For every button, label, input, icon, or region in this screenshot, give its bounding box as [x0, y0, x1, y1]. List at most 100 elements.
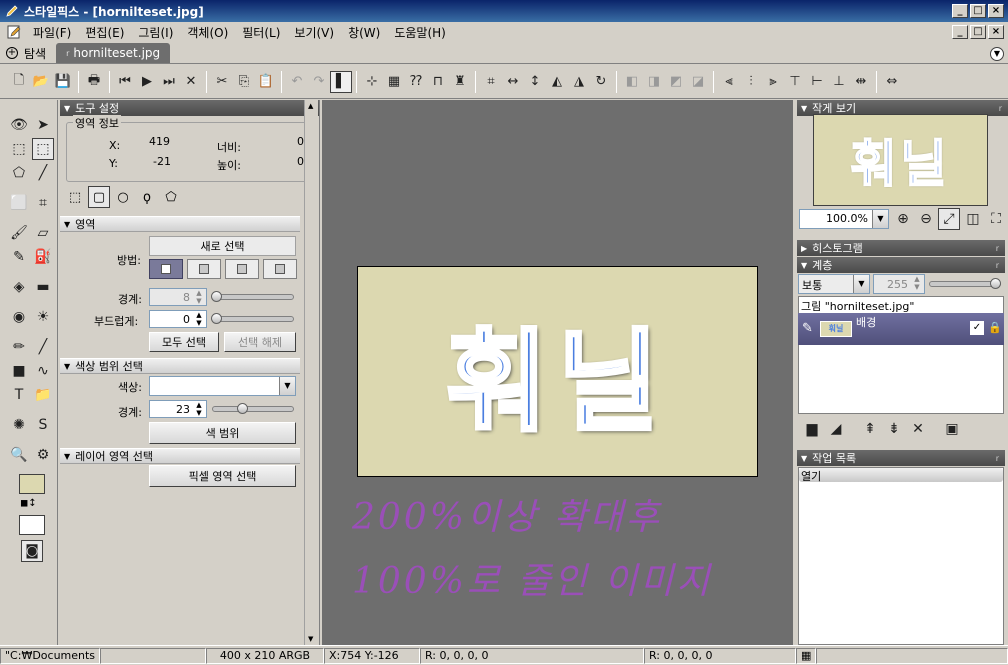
- save-icon[interactable]: 💾: [52, 71, 74, 93]
- full-screen-icon[interactable]: ⛶: [985, 208, 1007, 230]
- magic-shape-icon[interactable]: ⬚: [64, 186, 86, 208]
- distribute-icon[interactable]: ⇹: [850, 71, 872, 93]
- align-left-icon[interactable]: ⫷: [718, 71, 740, 93]
- tab-list-dropdown-icon[interactable]: ▼: [990, 47, 1004, 61]
- quick-mask-icon[interactable]: ◙: [21, 540, 43, 562]
- first-frame-icon[interactable]: ⏮: [114, 71, 136, 93]
- close-button[interactable]: ×: [988, 4, 1004, 18]
- align-top-icon[interactable]: ⊤: [784, 71, 806, 93]
- document-image[interactable]: 훠닐: [357, 266, 758, 477]
- mode-add-button[interactable]: [187, 259, 221, 279]
- feather-slider[interactable]: [211, 313, 294, 324]
- object-folder-icon[interactable]: 📁: [32, 384, 54, 406]
- paste-icon[interactable]: 📋: [255, 71, 277, 93]
- arrange-front-icon[interactable]: ◧: [621, 71, 643, 93]
- grid-help-icon[interactable]: ⁇: [405, 71, 427, 93]
- menu-help[interactable]: 도움말(H): [387, 24, 453, 41]
- mode-replace-button[interactable]: [149, 259, 183, 279]
- menu-edit[interactable]: 편집(E): [78, 24, 131, 41]
- style-s-icon[interactable]: S: [32, 414, 54, 436]
- spin-arrows-icon[interactable]: ▲ ▼: [911, 275, 923, 291]
- lasso-shape-icon[interactable]: ϙ: [136, 186, 158, 208]
- brush-snap-icon[interactable]: ♜: [449, 71, 471, 93]
- panel-toggle-icon[interactable]: ▌: [330, 70, 352, 93]
- pin-icon[interactable]: r: [999, 104, 1002, 113]
- menu-file[interactable]: 파일(F): [26, 24, 78, 41]
- transform-icon[interactable]: ⬜: [8, 192, 30, 214]
- canvas-viewport[interactable]: 훠닐 200%이상 확대후 100%로 줄인 이미지: [322, 100, 793, 645]
- rect-select-icon[interactable]: ⬚: [32, 138, 54, 160]
- swap-colors-icon[interactable]: ◼↕: [20, 498, 37, 509]
- clone-brush-icon[interactable]: ✎: [8, 246, 30, 268]
- blend-mode-combo[interactable]: 보통 ▼: [798, 274, 870, 294]
- spin-arrows-icon[interactable]: ▲ ▼: [193, 311, 205, 327]
- sun-brightness-icon[interactable]: ☀: [32, 306, 54, 328]
- dropdown-arrow-icon[interactable]: ▼: [853, 275, 869, 293]
- red-eye-icon[interactable]: ◉: [8, 306, 30, 328]
- zoom-out-icon[interactable]: ⊖: [915, 208, 937, 230]
- new-file-icon[interactable]: 🗋: [8, 71, 30, 93]
- copy-icon[interactable]: ⎘: [233, 71, 255, 93]
- mdi-minimize-button[interactable]: _: [952, 25, 968, 39]
- zoom-in-icon[interactable]: ⊕: [892, 208, 914, 230]
- menu-filter[interactable]: 필터(L): [235, 24, 287, 41]
- gradient-icon[interactable]: ▬: [32, 276, 54, 298]
- color-combo[interactable]: ▼: [149, 376, 296, 396]
- snap-icon[interactable]: ⊓: [427, 71, 449, 93]
- border-slider[interactable]: [211, 291, 294, 302]
- move-layer-up-icon[interactable]: ⇞: [859, 418, 881, 440]
- fit-window-icon[interactable]: ⤢: [938, 208, 960, 230]
- settings-scrollbar[interactable]: ▲ ▼: [304, 100, 318, 645]
- color-wheel-icon[interactable]: ✺: [8, 414, 30, 436]
- spin-arrows-icon[interactable]: ▲ ▼: [193, 401, 205, 417]
- pin-icon[interactable]: r: [996, 454, 999, 463]
- arrange-back-icon[interactable]: ◪: [687, 71, 709, 93]
- menu-window[interactable]: 창(W): [341, 24, 387, 41]
- smudge-icon[interactable]: ◈: [8, 276, 30, 298]
- move-layer-down-icon[interactable]: ⇟: [883, 418, 905, 440]
- delete-x-icon[interactable]: ✕: [180, 71, 202, 93]
- pin-icon[interactable]: r: [996, 244, 999, 253]
- zoom-magnifier-icon[interactable]: 🔍: [8, 444, 30, 466]
- feather-spinbox[interactable]: 0 ▲ ▼: [149, 310, 207, 328]
- actual-size-icon[interactable]: ◫: [962, 208, 984, 230]
- opacity-slider-knob[interactable]: [990, 278, 1001, 289]
- layer-brush-icon[interactable]: ✎: [802, 321, 813, 336]
- open-folder-icon[interactable]: 📂: [30, 71, 52, 93]
- crop-tool-icon[interactable]: ⌗: [32, 192, 54, 214]
- play-icon[interactable]: ▶: [136, 71, 158, 93]
- color-border-spinbox[interactable]: 23 ▲ ▼: [149, 400, 207, 418]
- rect-shape-icon[interactable]: ▢: [88, 186, 110, 208]
- select-all-button[interactable]: 모두 선택: [149, 332, 219, 352]
- align-center-icon[interactable]: ⫶: [740, 71, 762, 93]
- flip-horizontal-icon[interactable]: ↔: [502, 71, 524, 93]
- spin-arrows-icon[interactable]: ▲ ▼: [193, 289, 205, 305]
- layer-properties-icon[interactable]: ▣: [941, 418, 963, 440]
- border-slider-knob[interactable]: [211, 291, 222, 302]
- rotate-right-icon[interactable]: ◮: [568, 71, 590, 93]
- visibility-check-icon[interactable]: ✓: [970, 321, 984, 335]
- mdi-restore-button[interactable]: □: [970, 25, 986, 39]
- pointer-arrow-icon[interactable]: ➤: [32, 114, 54, 136]
- magic-select-icon[interactable]: ⬚: [8, 138, 30, 160]
- tab-explore[interactable]: + 탐색: [0, 43, 52, 63]
- duplicate-layer-icon[interactable]: ◢: [825, 418, 847, 440]
- cut-icon[interactable]: ✂: [211, 71, 233, 93]
- align-right-icon[interactable]: ⫸: [762, 71, 784, 93]
- pencil-icon[interactable]: ✏: [8, 336, 30, 358]
- history-header[interactable]: ▼ 작업 목록 r: [797, 450, 1005, 466]
- maximize-button[interactable]: □: [970, 4, 986, 18]
- fill-bucket-icon[interactable]: ⛽: [32, 246, 54, 268]
- print-icon[interactable]: 🖶: [83, 71, 105, 93]
- menu-view[interactable]: 보기(V): [287, 24, 341, 41]
- pin-icon[interactable]: r: [996, 261, 999, 270]
- brush-icon[interactable]: 🖌: [8, 222, 30, 244]
- pixel-region-button[interactable]: 픽셀 영역 선택: [149, 465, 296, 487]
- eye-view-icon[interactable]: 👁: [8, 114, 30, 136]
- distribute-h-icon[interactable]: ⇔: [881, 71, 903, 93]
- arrange-forward-icon[interactable]: ◨: [643, 71, 665, 93]
- lock-icon[interactable]: 🔒: [988, 321, 1002, 334]
- flip-vertical-icon[interactable]: ↕: [524, 71, 546, 93]
- opacity-slider[interactable]: [929, 278, 1001, 289]
- delete-layer-icon[interactable]: ✕: [907, 418, 929, 440]
